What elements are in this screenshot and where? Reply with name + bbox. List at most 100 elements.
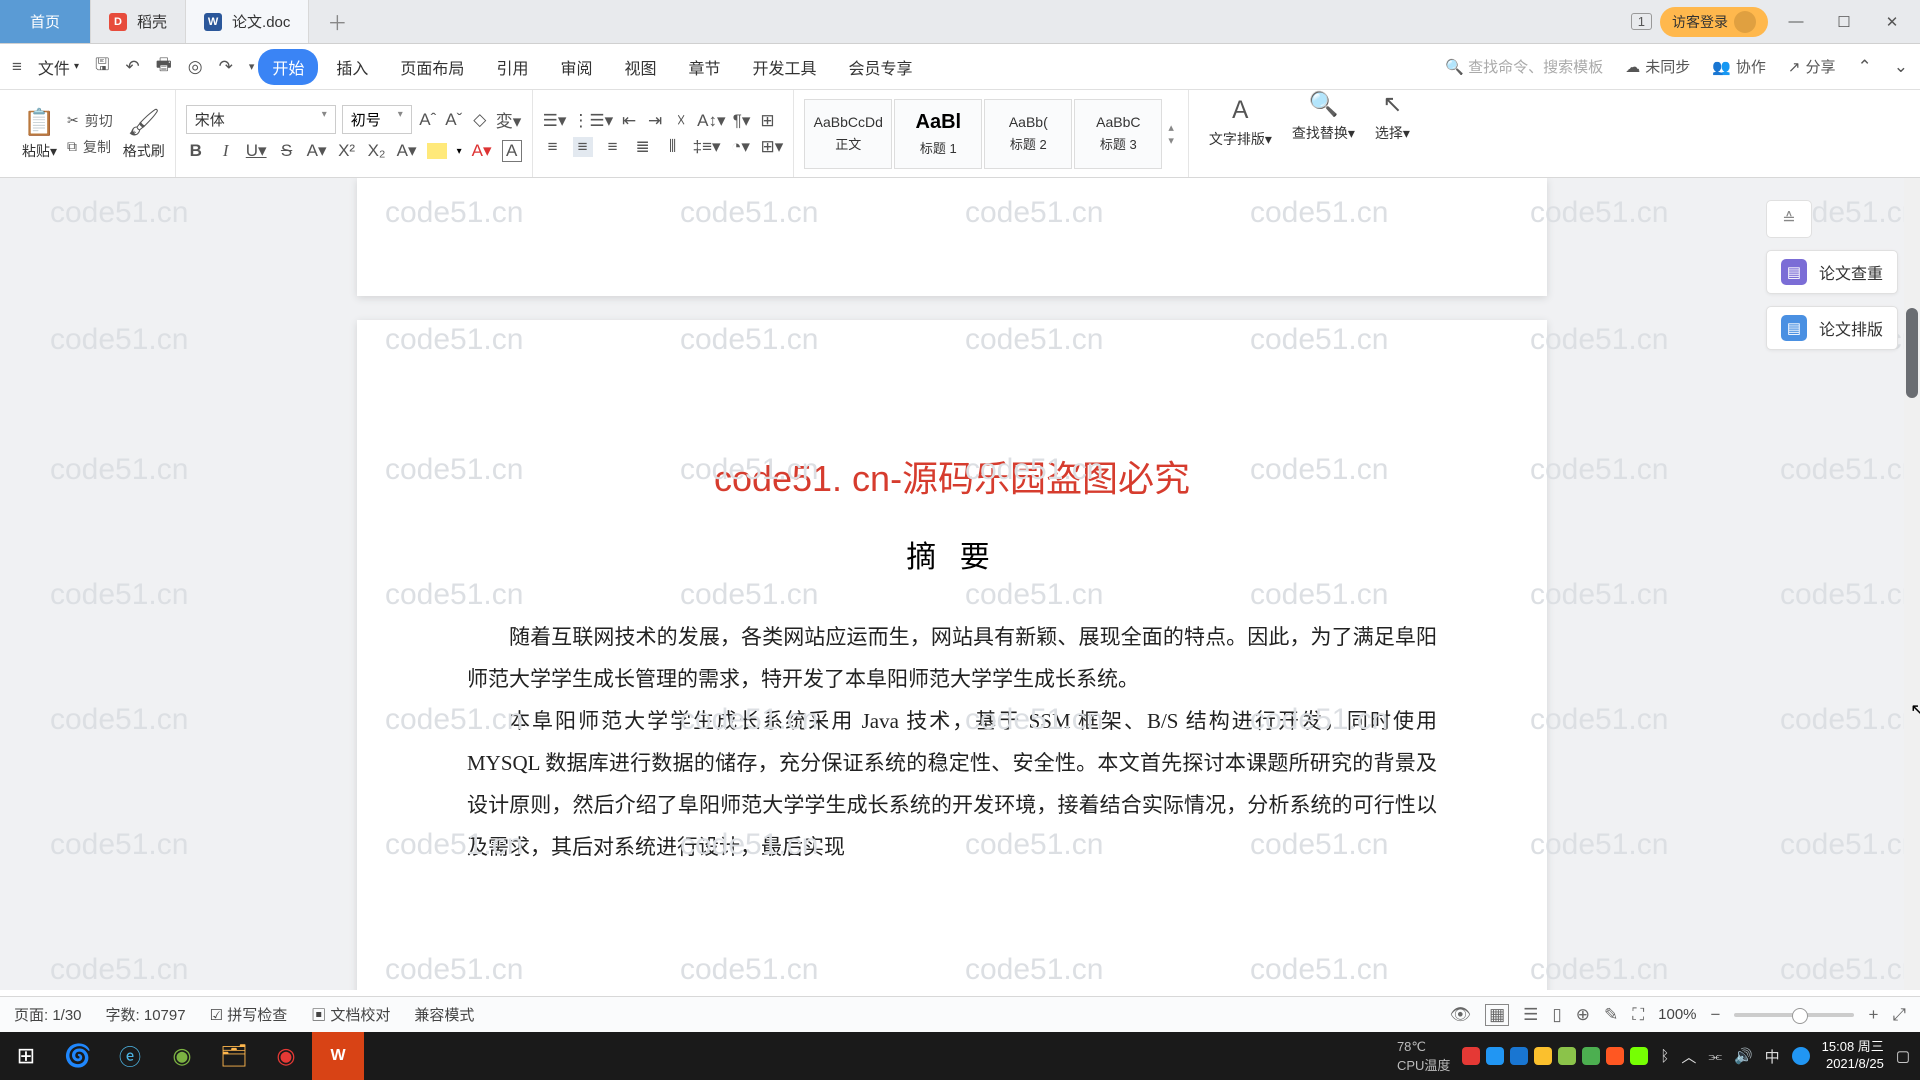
menu-review[interactable]: 审阅 [546, 49, 606, 85]
tb-browser[interactable]: ◉ [156, 1032, 208, 1080]
tb-ie[interactable]: ⓔ [104, 1032, 156, 1080]
menu-start[interactable]: 开始 [258, 49, 318, 85]
align-left-button[interactable]: ≡ [543, 137, 563, 157]
page-indicator[interactable]: 页面: 1/30 [14, 1004, 82, 1025]
wifi-icon[interactable]: ⫘ [1708, 1048, 1722, 1065]
clear-format-icon[interactable]: ◇ [470, 110, 490, 130]
file-menu[interactable]: 文件 ▾ [38, 55, 79, 79]
web-view-icon[interactable]: ⊕ [1576, 1005, 1590, 1025]
tb-app-2[interactable]: ◉ [260, 1032, 312, 1080]
text-effect-button[interactable]: A▾ [397, 141, 417, 161]
line-ops-button[interactable]: A↕▾ [697, 111, 725, 131]
ime-indicator[interactable]: 中 [1765, 1046, 1780, 1067]
menu-devtools[interactable]: 开发工具 [739, 49, 831, 85]
menu-vip[interactable]: 会员专享 [835, 49, 927, 85]
tab-docao[interactable]: D稻壳 [91, 0, 186, 43]
cut-button[interactable]: ✂ 剪切 [67, 111, 113, 131]
underline-button[interactable]: U▾ [246, 141, 267, 161]
zoom-level[interactable]: 100% [1658, 1006, 1696, 1023]
borders-button[interactable]: ⊞ [758, 111, 778, 131]
shading-button[interactable]: ◔▾ [731, 137, 751, 157]
more-icon[interactable]: ⌄ [1894, 57, 1908, 77]
read-view-icon[interactable]: ▯ [1552, 1005, 1561, 1025]
paste-label[interactable]: 粘贴▾ [22, 141, 57, 161]
strike-button[interactable]: S [277, 141, 297, 161]
paper-format-button[interactable]: ▤论文排版 [1766, 306, 1898, 350]
tray-icons[interactable] [1462, 1047, 1648, 1065]
sidepanel-toggle[interactable]: ≙ [1766, 200, 1812, 238]
collab-button[interactable]: 👥协作 [1712, 56, 1766, 77]
close-button[interactable]: ✕ [1872, 6, 1912, 38]
subscript-button[interactable]: X₂ [367, 141, 387, 161]
char-border-button[interactable]: A [502, 140, 522, 162]
tb-wps[interactable]: W [312, 1032, 364, 1080]
expand-icon[interactable]: ⌃ [1858, 57, 1872, 77]
save-icon[interactable]: 🖫 [95, 52, 109, 81]
search-input[interactable]: 🔍 查找命令、搜索模板 [1445, 56, 1603, 77]
zoom-out-button[interactable]: − [1711, 1005, 1721, 1025]
tab-home[interactable]: 首页 [0, 0, 91, 43]
volume-icon[interactable]: 🔊 [1734, 1047, 1753, 1065]
font-color-button[interactable]: A▾ [472, 141, 492, 161]
page-view-icon[interactable]: ▦ [1485, 1004, 1509, 1026]
outline-view-icon[interactable]: ☰ [1523, 1005, 1538, 1025]
style-h2[interactable]: AaBb(标题 2 [984, 99, 1072, 169]
align-center-button[interactable]: ≡ [573, 137, 593, 157]
zoom-slider[interactable] [1734, 1013, 1854, 1017]
phonetic-icon[interactable]: 変▾ [496, 107, 522, 132]
select-button[interactable]: ↖选择▾ [1365, 90, 1420, 177]
tb-app-1[interactable]: 🌀 [52, 1032, 104, 1080]
inc-indent-button[interactable]: ⇥ [645, 111, 665, 131]
bluetooth-icon[interactable]: ᛒ [1660, 1048, 1669, 1065]
style-body[interactable]: AaBbCcDd正文 [804, 99, 892, 169]
scrollbar-thumb[interactable] [1906, 308, 1918, 398]
spell-check-toggle[interactable]: ☑ 拼写检查 [210, 1004, 288, 1025]
highlight-button[interactable] [427, 143, 447, 159]
notifications-icon[interactable]: ▢ [1896, 1047, 1910, 1065]
chevron-up-icon[interactable]: ︿ [1681, 1046, 1696, 1067]
zoom-in-button[interactable]: + [1868, 1005, 1878, 1025]
start-button[interactable]: ⊞ [0, 1032, 52, 1080]
shrink-font-icon[interactable]: Aˇ [444, 110, 464, 130]
menu-chapter[interactable]: 章节 [674, 49, 734, 85]
sync-status[interactable]: ☁未同步 [1625, 56, 1690, 77]
print-icon[interactable]: 🖶 [156, 52, 172, 81]
vertical-scrollbar[interactable] [1904, 178, 1920, 990]
minimize-button[interactable]: — [1776, 6, 1816, 38]
bullets-button[interactable]: ☰▾ [543, 111, 567, 131]
edit-icon[interactable]: ✎ [1604, 1005, 1618, 1025]
page-current[interactable]: code51. cn-源码乐园盗图必究 摘 要 随着互联网技术的发展，各类网站应… [357, 320, 1547, 990]
tb-explorer[interactable]: 🗂 [208, 1032, 260, 1080]
undo-icon[interactable]: ↶ [125, 57, 139, 77]
dec-indent-button[interactable]: ⇤ [619, 111, 639, 131]
text-direction-button[interactable]: Ａ文字排版▾ [1199, 90, 1282, 177]
preview-icon[interactable]: ◎ [188, 57, 203, 77]
menu-reference[interactable]: 引用 [482, 49, 542, 85]
tab-document[interactable]: W论文.doc [186, 0, 309, 43]
maximize-button[interactable]: ☐ [1824, 6, 1864, 38]
style-h1[interactable]: AaBl标题 1 [894, 99, 982, 169]
tray-app-icon[interactable] [1792, 1047, 1810, 1065]
style-h3[interactable]: AaBbC标题 3 [1074, 99, 1162, 169]
redo-icon[interactable]: ↷ [219, 57, 233, 77]
justify-button[interactable]: ≣ [633, 137, 653, 157]
grow-font-icon[interactable]: Aˆ [418, 110, 438, 130]
styles-expand[interactable]: ▴▾ [1164, 99, 1178, 169]
font-size-select[interactable]: 初号 ▾ [342, 105, 412, 134]
sort-button[interactable]: ☓ [671, 111, 691, 131]
login-button[interactable]: 访客登录 [1660, 7, 1768, 37]
paste-icon[interactable]: 📋 [26, 107, 54, 139]
brush-label[interactable]: 格式刷 [123, 141, 165, 161]
dropdown-icon[interactable]: ▾ [249, 60, 255, 73]
italic-button[interactable]: I [216, 141, 236, 161]
font-name-select[interactable]: 宋体 ▾ [186, 105, 336, 134]
menu-layout[interactable]: 页面布局 [386, 49, 478, 85]
clock[interactable]: 15:08 周三2021/8/25 [1822, 1039, 1884, 1073]
menu-insert[interactable]: 插入 [322, 49, 382, 85]
fullscreen-icon[interactable]: ⤢ [1892, 1005, 1906, 1025]
distribute-button[interactable]: ⫴ [663, 137, 683, 157]
word-count[interactable]: 字数: 10797 [106, 1004, 186, 1025]
doc-proof-button[interactable]: ▣ 文档校对 [311, 1004, 390, 1025]
hamburger-icon[interactable]: ≡ [12, 57, 22, 77]
brush-icon[interactable]: 🖌 [130, 107, 158, 139]
